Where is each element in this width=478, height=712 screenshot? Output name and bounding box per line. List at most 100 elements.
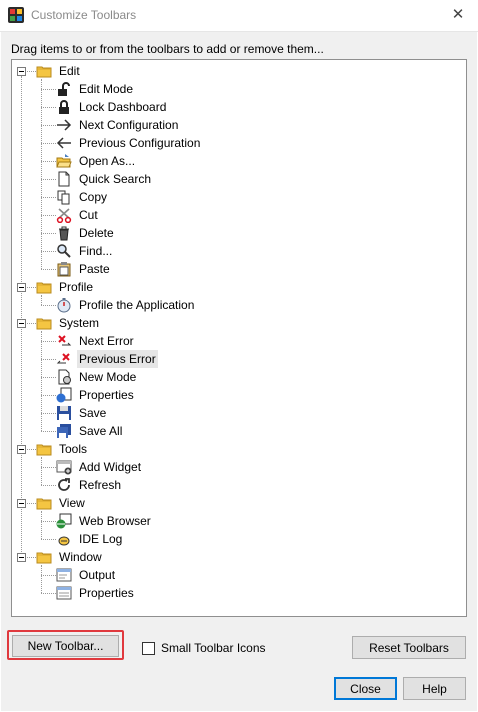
folder-icon <box>36 282 52 294</box>
window-title: Customize Toolbars <box>31 8 137 22</box>
reset-toolbars-button[interactable]: Reset Toolbars <box>352 636 466 659</box>
collapse-toggle-tools[interactable] <box>17 444 26 454</box>
small-toolbar-icons-option[interactable]: Small Toolbar Icons <box>142 641 266 655</box>
clipboard-icon <box>57 262 71 277</box>
tree-item-save-all[interactable]: Save All <box>56 422 124 440</box>
tree-connector <box>41 107 56 108</box>
tree-item-copy[interactable]: Copy <box>56 188 109 206</box>
tree-item-next-configuration[interactable]: Next Configuration <box>56 116 180 134</box>
lock-icon <box>59 100 69 114</box>
small-toolbar-icons-label: Small Toolbar Icons <box>161 641 266 655</box>
tree-item-quick-search[interactable]: Quick Search <box>56 170 153 188</box>
tree-item-add-widget[interactable]: Add Widget <box>56 458 143 476</box>
tree-item-label: Web Browser <box>79 514 151 528</box>
tree-item-open-as[interactable]: Open As... <box>56 152 137 170</box>
previous-error-icon <box>56 353 70 364</box>
tree-item-cut[interactable]: Cut <box>56 206 100 224</box>
tree-item-label: Next Configuration <box>79 118 179 132</box>
tree-category-label: View <box>59 496 85 510</box>
tree-connector <box>21 76 22 552</box>
tree-category-tools[interactable]: Tools <box>36 440 89 458</box>
tree-item-label: Lock Dashboard <box>79 100 167 114</box>
tree-connector <box>27 71 36 72</box>
tree-item-previous-configuration[interactable]: Previous Configuration <box>56 134 202 152</box>
web-browser-icon <box>56 513 72 529</box>
close-window-icon[interactable]: ✕ <box>444 2 472 28</box>
tree-item-label: Previous Configuration <box>79 136 201 150</box>
tree-item-previous-error[interactable]: Previous Error <box>56 350 158 368</box>
new-toolbar-button[interactable]: New Toolbar... <box>12 635 119 657</box>
tree-category-label: Profile <box>59 280 94 294</box>
tree-item-label: Save <box>79 406 107 420</box>
collapse-toggle-window[interactable] <box>17 552 26 562</box>
ide-log-icon <box>58 536 70 546</box>
tree-connector <box>41 593 56 594</box>
tree-connector <box>27 287 36 288</box>
tree-item-properties[interactable]: Properties <box>56 584 136 602</box>
tree-item-find[interactable]: Find... <box>56 242 114 260</box>
scissors-icon <box>56 208 72 223</box>
tree-connector <box>41 197 56 198</box>
tree-item-label: Profile the Application <box>79 298 195 312</box>
collapse-toggle-profile[interactable] <box>17 282 26 292</box>
tree-category-label: System <box>59 316 100 330</box>
tree-item-refresh[interactable]: Refresh <box>56 476 123 494</box>
tree-item-web-browser[interactable]: Web Browser <box>56 512 153 530</box>
tree-item-save[interactable]: Save <box>56 404 108 422</box>
tree-connector <box>41 457 42 485</box>
tree-connector <box>41 295 42 305</box>
tree-category-edit[interactable]: Edit <box>36 62 82 80</box>
folder-icon <box>36 444 52 456</box>
toolbar-items-tree[interactable]: Edit Edit Mode Lock Dashboard Next Configur… <box>11 59 467 617</box>
tree-item-lock-dashboard[interactable]: Lock Dashboard <box>56 98 168 116</box>
tree-category-system[interactable]: System <box>36 314 101 332</box>
tree-item-output[interactable]: Output <box>56 566 117 584</box>
folder-icon <box>36 66 52 78</box>
refresh-icon <box>58 478 70 491</box>
collapse-toggle-edit[interactable] <box>17 66 26 76</box>
tree-connector <box>41 377 56 378</box>
tree-connector <box>41 395 56 396</box>
tree-item-label: Edit Mode <box>79 82 134 96</box>
tree-item-label: Open As... <box>79 154 136 168</box>
tree-connector <box>41 269 56 270</box>
tree-item-new-mode[interactable]: New Mode <box>56 368 138 386</box>
collapse-toggle-system[interactable] <box>17 318 26 328</box>
help-button[interactable]: Help <box>403 677 466 700</box>
tree-item-label: Delete <box>79 226 114 240</box>
tree-connector <box>41 485 56 486</box>
tree-connector <box>41 143 56 144</box>
tree-item-label: New Mode <box>79 370 137 384</box>
tree-item-edit-mode[interactable]: Edit Mode <box>56 80 135 98</box>
tree-item-label: Copy <box>79 190 108 204</box>
tree-item-next-error[interactable]: Next Error <box>56 332 136 350</box>
tree-category-window[interactable]: Window <box>36 548 104 566</box>
tree-item-paste[interactable]: Paste <box>56 260 112 278</box>
tree-item-label: Quick Search <box>79 172 152 186</box>
tree-connector <box>41 179 56 180</box>
collapse-toggle-view[interactable] <box>17 498 26 508</box>
tree-category-view[interactable]: View <box>36 494 87 512</box>
tree-connector <box>41 341 56 342</box>
close-button[interactable]: Close <box>334 677 397 700</box>
tree-item-label: Save All <box>79 424 123 438</box>
tree-item-label: Cut <box>79 208 98 222</box>
unlock-icon <box>58 82 70 96</box>
tree-connector <box>27 449 36 450</box>
title-bar: Customize Toolbars ✕ <box>0 0 478 32</box>
tree-item-label: Properties <box>79 586 134 600</box>
small-toolbar-icons-checkbox[interactable] <box>142 641 155 655</box>
tree-item-ide-log[interactable]: IDE Log <box>56 530 124 548</box>
tree-connector <box>41 161 56 162</box>
tree-connector <box>41 251 56 252</box>
tree-connector <box>27 557 36 558</box>
trash-icon <box>59 226 69 241</box>
tree-item-label: Add Widget <box>79 460 142 474</box>
add-widget-icon <box>56 460 72 475</box>
tree-item-delete[interactable]: Delete <box>56 224 116 242</box>
tree-category-profile[interactable]: Profile <box>36 278 95 296</box>
tree-item-properties[interactable]: Properties <box>56 386 136 404</box>
next-error-icon <box>58 335 72 346</box>
folder-icon <box>36 552 52 564</box>
tree-item-profile-the-application[interactable]: Profile the Application <box>56 296 196 314</box>
